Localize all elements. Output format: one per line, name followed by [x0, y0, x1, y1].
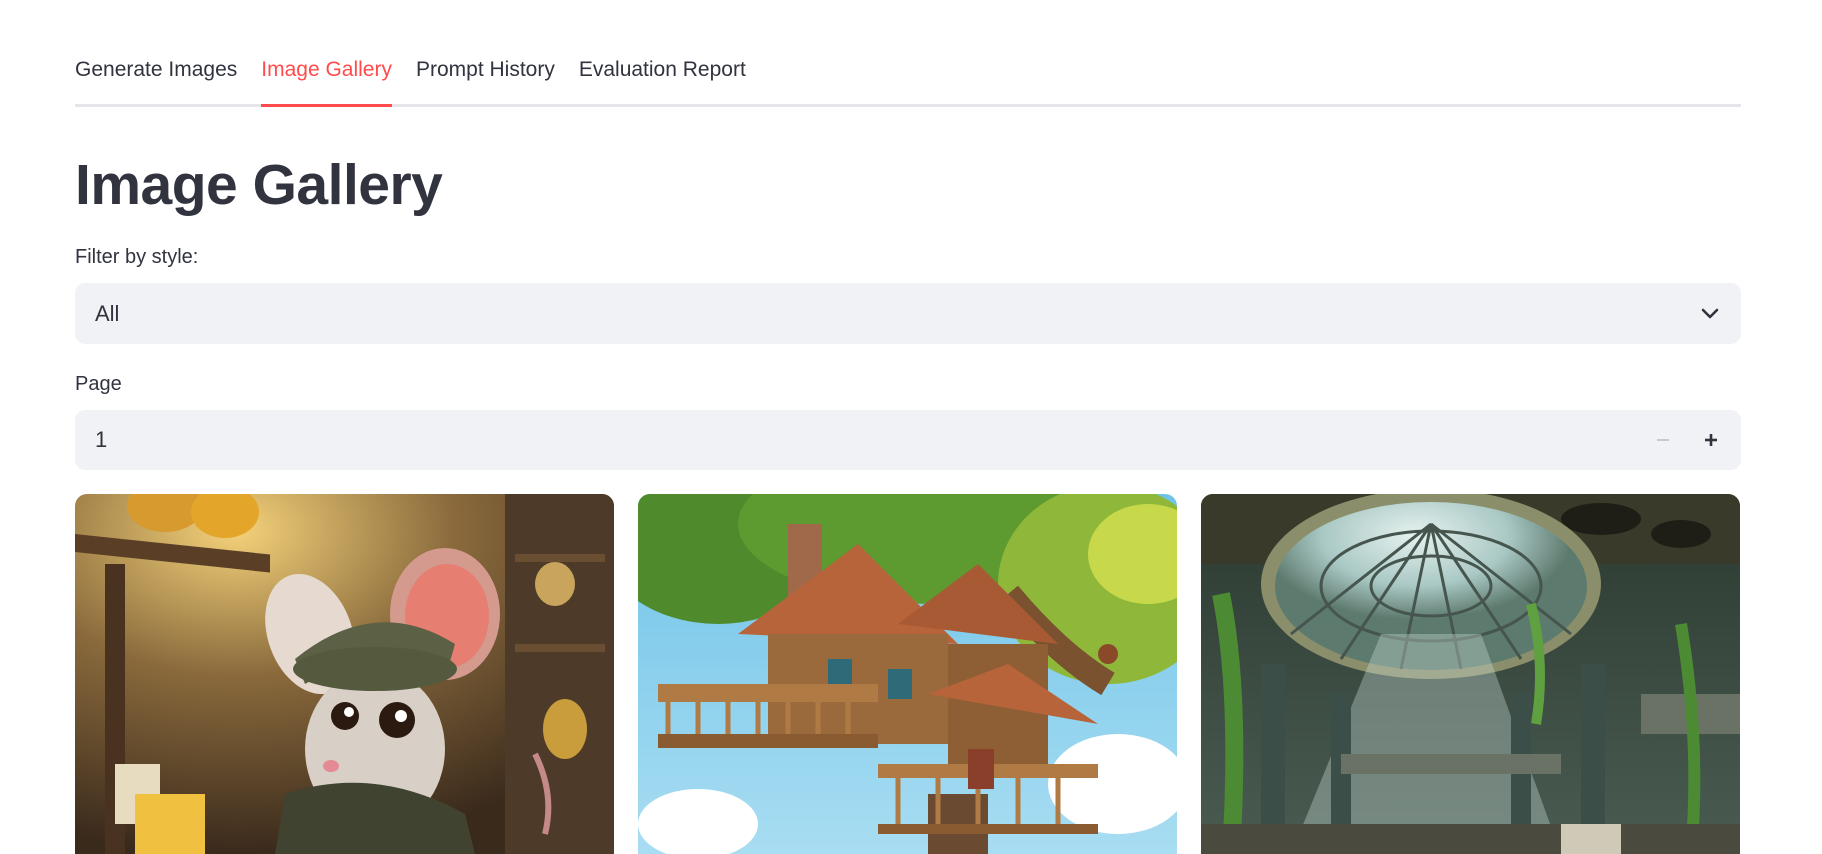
tab-evaluation-report[interactable]: Evaluation Report: [579, 48, 746, 104]
tab-image-gallery[interactable]: Image Gallery: [261, 48, 392, 107]
page-number-input[interactable]: [75, 409, 1639, 471]
page-label: Page: [75, 373, 122, 395]
page-title: Image Gallery: [75, 153, 443, 217]
image-gallery-grid: [75, 494, 1741, 854]
style-filter-select[interactable]: All: [75, 283, 1741, 344]
gallery-image-glass-dome[interactable]: [1201, 494, 1740, 854]
minus-icon: [1657, 439, 1669, 441]
decrement-button[interactable]: [1639, 410, 1687, 470]
increment-button[interactable]: [1687, 410, 1735, 470]
tab-bar: Generate Images Image Gallery Prompt His…: [75, 48, 1741, 107]
plus-icon: [1705, 434, 1717, 446]
chevron-down-icon: [1699, 303, 1721, 325]
tab-generate-images[interactable]: Generate Images: [75, 48, 237, 104]
tab-prompt-history[interactable]: Prompt History: [416, 48, 555, 104]
page-number-stepper: [75, 409, 1741, 471]
gallery-image-treehouse[interactable]: [638, 494, 1177, 854]
filter-label: Filter by style:: [75, 246, 199, 268]
gallery-image-mouse[interactable]: [75, 494, 614, 854]
style-filter-value: All: [95, 300, 120, 326]
